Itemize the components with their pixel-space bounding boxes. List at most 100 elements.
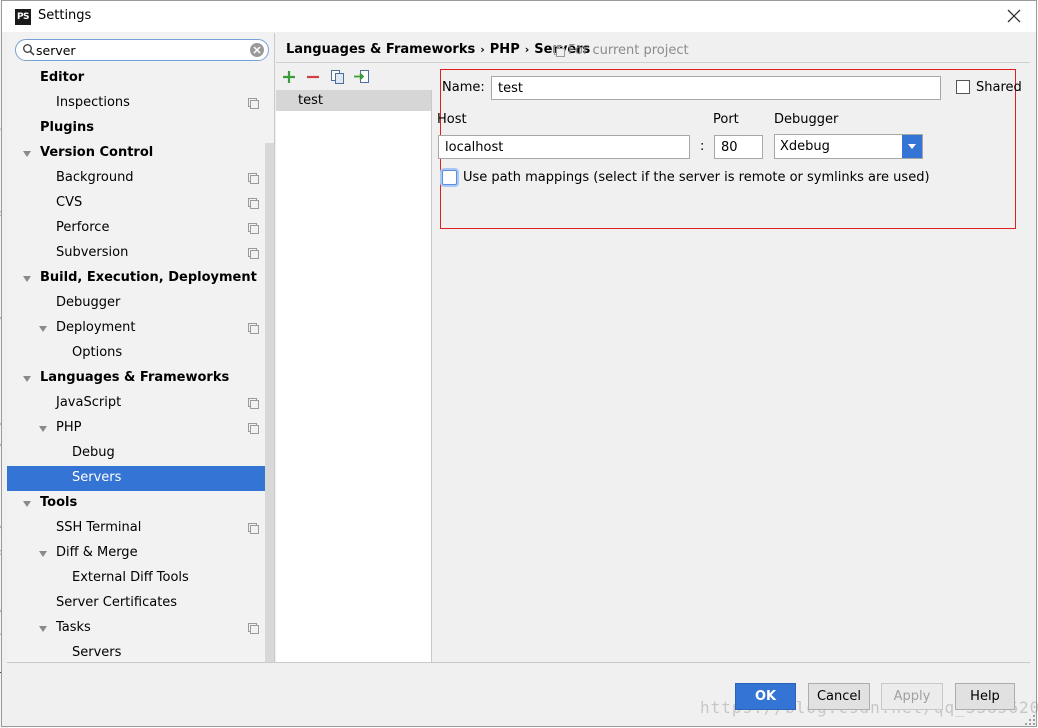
project-scope-icon: [248, 398, 259, 409]
sidebar-item-perforce[interactable]: Perforce: [7, 216, 274, 241]
sidebar-item-deployment[interactable]: Deployment: [7, 316, 274, 341]
expand-arrow-icon[interactable]: [22, 274, 32, 284]
sidebar-item-options[interactable]: Options: [7, 341, 274, 366]
sidebar-item-label: Debugger: [56, 295, 121, 310]
cancel-button[interactable]: Cancel: [808, 683, 870, 710]
breadcrumb: Languages & Frameworks›PHP›Servers: [286, 42, 590, 57]
breadcrumb-php: PHP: [489, 42, 520, 57]
port-field[interactable]: [714, 135, 763, 159]
sidebar-item-label: Editor: [40, 70, 85, 85]
copy-server-button[interactable]: [329, 68, 347, 86]
host-field[interactable]: [438, 135, 690, 159]
debugger-selected-value: Xdebug: [780, 139, 830, 154]
import-icon: [354, 70, 369, 83]
sidebar-item-label: Options: [72, 345, 123, 360]
sidebar-item-label: Background: [56, 170, 134, 185]
sidebar-item-label: Debug: [72, 445, 115, 460]
apply-button[interactable]: Apply: [881, 683, 943, 710]
sidebar-item-cvs[interactable]: CVS: [7, 191, 274, 216]
sidebar-scrollbar[interactable]: [265, 143, 274, 662]
sidebar-item-label: JavaScript: [56, 395, 122, 410]
servers-list-panel: test: [276, 63, 432, 662]
sidebar-item-plugins[interactable]: Plugins: [7, 116, 274, 141]
sidebar-item-servers[interactable]: Servers: [7, 466, 274, 491]
window-title: Settings: [38, 8, 92, 23]
expand-arrow-icon[interactable]: [22, 499, 32, 509]
breadcrumb-separator: ›: [480, 43, 485, 56]
path-mappings-checkbox[interactable]: [442, 170, 457, 185]
plus-icon: [283, 71, 295, 83]
shared-checkbox[interactable]: [956, 80, 970, 94]
close-icon: [1007, 9, 1021, 23]
project-scope-icon: [248, 223, 259, 234]
sidebar-item-label: Inspections: [56, 95, 130, 110]
host-label: Host: [437, 112, 467, 127]
dropdown-arrow: [902, 135, 922, 158]
project-scope-icon: [248, 623, 259, 634]
sidebar-item-label: Servers: [72, 645, 122, 660]
clear-search-icon[interactable]: [249, 42, 265, 58]
name-label: Name:: [442, 80, 485, 95]
sidebar-item-server-certificates[interactable]: Server Certificates: [7, 591, 274, 616]
sidebar-item-version-control[interactable]: Version Control: [7, 141, 274, 166]
sidebar-item-inspections[interactable]: Inspections: [7, 91, 274, 116]
help-button[interactable]: Help: [955, 683, 1015, 710]
footer-divider: [7, 662, 1030, 663]
shared-label: Shared: [976, 80, 1022, 95]
search-input[interactable]: [36, 42, 246, 58]
sidebar-item-subversion[interactable]: Subversion: [7, 241, 274, 266]
expand-arrow-icon[interactable]: [38, 549, 48, 559]
copy-icon: [331, 70, 344, 84]
project-scope-icon: [248, 98, 259, 109]
sidebar-item-tasks[interactable]: Tasks: [7, 616, 274, 641]
sidebar-item-ssh-terminal[interactable]: SSH Terminal: [7, 516, 274, 541]
resize-grip-icon[interactable]: [1024, 714, 1036, 726]
expand-arrow-icon[interactable]: [38, 624, 48, 634]
breadcrumb-separator: ›: [524, 43, 530, 56]
sidebar-item-background[interactable]: Background: [7, 166, 274, 191]
minus-icon: [307, 75, 319, 79]
debugger-dropdown[interactable]: Xdebug: [774, 134, 923, 159]
sidebar-item-label: Version Control: [40, 145, 154, 160]
import-server-button[interactable]: [353, 68, 371, 86]
project-scope-icon: [248, 173, 259, 184]
search-icon: [23, 44, 35, 56]
search-box: [15, 39, 269, 61]
sidebar-item-php[interactable]: PHP: [7, 416, 274, 441]
ok-button[interactable]: OK: [735, 683, 796, 710]
sidebar-item-label: PHP: [56, 420, 82, 435]
project-scope-icon: [248, 323, 259, 334]
sidebar-item-external-diff-tools[interactable]: External Diff Tools: [7, 566, 274, 591]
expand-arrow-icon[interactable]: [38, 324, 48, 334]
name-field[interactable]: [491, 76, 941, 100]
chevron-down-icon: [908, 144, 916, 149]
sidebar-item-debugger[interactable]: Debugger: [7, 291, 274, 316]
sidebar-item-build-execution-deployment[interactable]: Build, Execution, Deployment: [7, 266, 274, 291]
expand-arrow-icon[interactable]: [38, 424, 48, 434]
host-port-colon: :: [700, 139, 705, 154]
expand-arrow-icon[interactable]: [22, 149, 32, 159]
server-list-item[interactable]: test: [276, 90, 431, 111]
project-scope-icon: [248, 523, 259, 534]
phpstorm-app-icon: PS: [15, 9, 31, 25]
debugger-label: Debugger: [774, 112, 839, 127]
path-mappings-label: Use path mappings (select if the server …: [463, 170, 930, 185]
project-scope-icon: [248, 248, 259, 259]
sidebar-item-label: Subversion: [56, 245, 129, 260]
sidebar-item-servers[interactable]: Servers: [7, 641, 274, 662]
sidebar-item-label: Build, Execution, Deployment: [40, 270, 257, 285]
sidebar-item-editor[interactable]: Editor: [7, 66, 274, 91]
sidebar-item-diff-merge[interactable]: Diff & Merge: [7, 541, 274, 566]
remove-server-button[interactable]: [304, 68, 322, 86]
close-button[interactable]: [1002, 4, 1026, 28]
sidebar-item-label: Diff & Merge: [56, 545, 138, 560]
sidebar-item-label: Server Certificates: [56, 595, 178, 610]
project-scope-icon: [554, 46, 565, 57]
sidebar-item-languages-frameworks[interactable]: Languages & Frameworks: [7, 366, 274, 391]
add-server-button[interactable]: [280, 68, 298, 86]
expand-arrow-icon[interactable]: [22, 374, 32, 384]
sidebar-item-javascript[interactable]: JavaScript: [7, 391, 274, 416]
sidebar-item-debug[interactable]: Debug: [7, 441, 274, 466]
sidebar-item-tools[interactable]: Tools: [7, 491, 274, 516]
sidebar-item-label: SSH Terminal: [56, 520, 142, 535]
